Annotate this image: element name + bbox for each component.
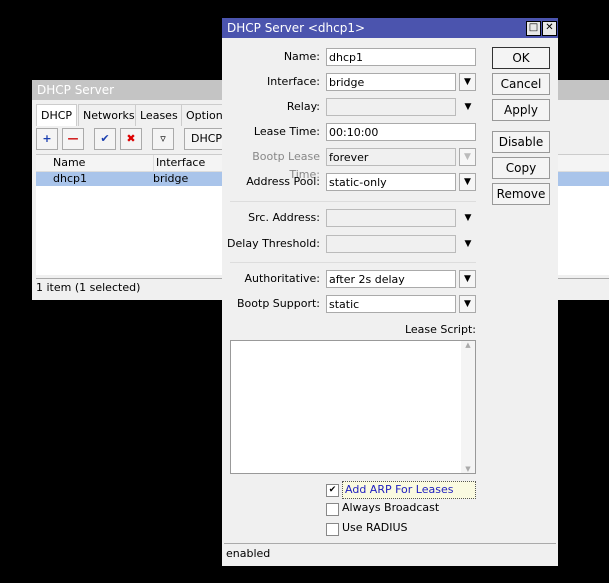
dropdown-icon: ▼ [459,148,476,166]
expand-arrow-icon[interactable]: ▼ [462,98,474,116]
bootp-support-label: Bootp Support: [237,297,320,310]
divider [230,201,476,202]
column-name[interactable]: Name [53,155,85,171]
tab-dhcp[interactable]: DHCP [36,104,78,126]
delay-threshold-input[interactable] [326,235,456,253]
expand-arrow-icon[interactable]: ▼ [462,209,474,227]
src-address-label: Src. Address: [248,211,320,224]
close-icon[interactable]: ✕ [542,21,557,36]
remove-button[interactable]: Remove [492,183,550,205]
bootp-lease-time-select: forever [326,148,456,166]
lease-script-label: Lease Script: [404,323,476,336]
add-arp-checkbox[interactable]: ✔ [326,484,339,497]
authoritative-select[interactable]: after 2s delay [326,270,456,288]
dropdown-icon[interactable]: ▼ [459,270,476,288]
cell-name: dhcp1 [53,172,87,185]
tab-leases[interactable]: Leases [135,104,183,126]
remove-icon[interactable]: — [62,128,84,150]
status-bar: enabled [224,543,556,563]
address-pool-label: Address Pool: [246,175,320,188]
copy-button[interactable]: Copy [492,157,550,179]
dialog-title: DHCP Server <dhcp1> [222,18,558,38]
cell-interface: bridge [153,172,189,185]
use-radius-checkbox[interactable] [326,523,339,536]
always-broadcast-label[interactable]: Always Broadcast [342,500,439,516]
disable-icon[interactable]: ✖ [120,128,142,150]
dropdown-icon[interactable]: ▼ [459,295,476,313]
disable-button[interactable]: Disable [492,131,550,153]
address-pool-select[interactable]: static-only [326,173,456,191]
bootp-support-select[interactable]: static [326,295,456,313]
dropdown-icon[interactable]: ▼ [459,73,476,91]
column-interface[interactable]: Interface [153,155,205,171]
filter-icon[interactable]: ▿ [152,128,174,150]
relay-label: Relay: [286,100,320,113]
add-icon[interactable]: + [36,128,58,150]
relay-input[interactable] [326,98,456,116]
tab-networks[interactable]: Networks [78,104,140,126]
lease-time-input[interactable]: 00:10:00 [326,123,476,141]
ok-button[interactable]: OK [492,47,550,69]
add-arp-label[interactable]: Add ARP For Leases [342,481,476,499]
interface-label: Interface: [267,75,320,88]
name-label: Name: [283,50,320,63]
src-address-input[interactable] [326,209,456,227]
interface-select[interactable]: bridge [326,73,456,91]
bootp-lease-time-label: Bootp Lease Time: [252,150,320,181]
scrollbar[interactable]: ▲ ▼ [461,341,475,473]
lease-script-textarea[interactable] [230,340,476,474]
lease-time-label: Lease Time: [253,125,320,138]
authoritative-label: Authoritative: [244,272,321,285]
use-radius-label[interactable]: Use RADIUS [342,520,408,536]
dhcp-server-dialog: DHCP Server <dhcp1> □ ✕ Name: dhcp1 Inte… [222,18,558,566]
enable-icon[interactable]: ✔ [94,128,116,150]
always-broadcast-checkbox[interactable] [326,503,339,516]
name-input[interactable]: dhcp1 [326,48,476,66]
dropdown-icon[interactable]: ▼ [459,173,476,191]
divider [230,262,476,263]
cancel-button[interactable]: Cancel [492,73,550,95]
delay-threshold-label: Delay Threshold: [227,237,320,250]
expand-arrow-icon[interactable]: ▼ [462,235,474,253]
apply-button[interactable]: Apply [492,99,550,121]
maximize-icon[interactable]: □ [526,21,541,36]
